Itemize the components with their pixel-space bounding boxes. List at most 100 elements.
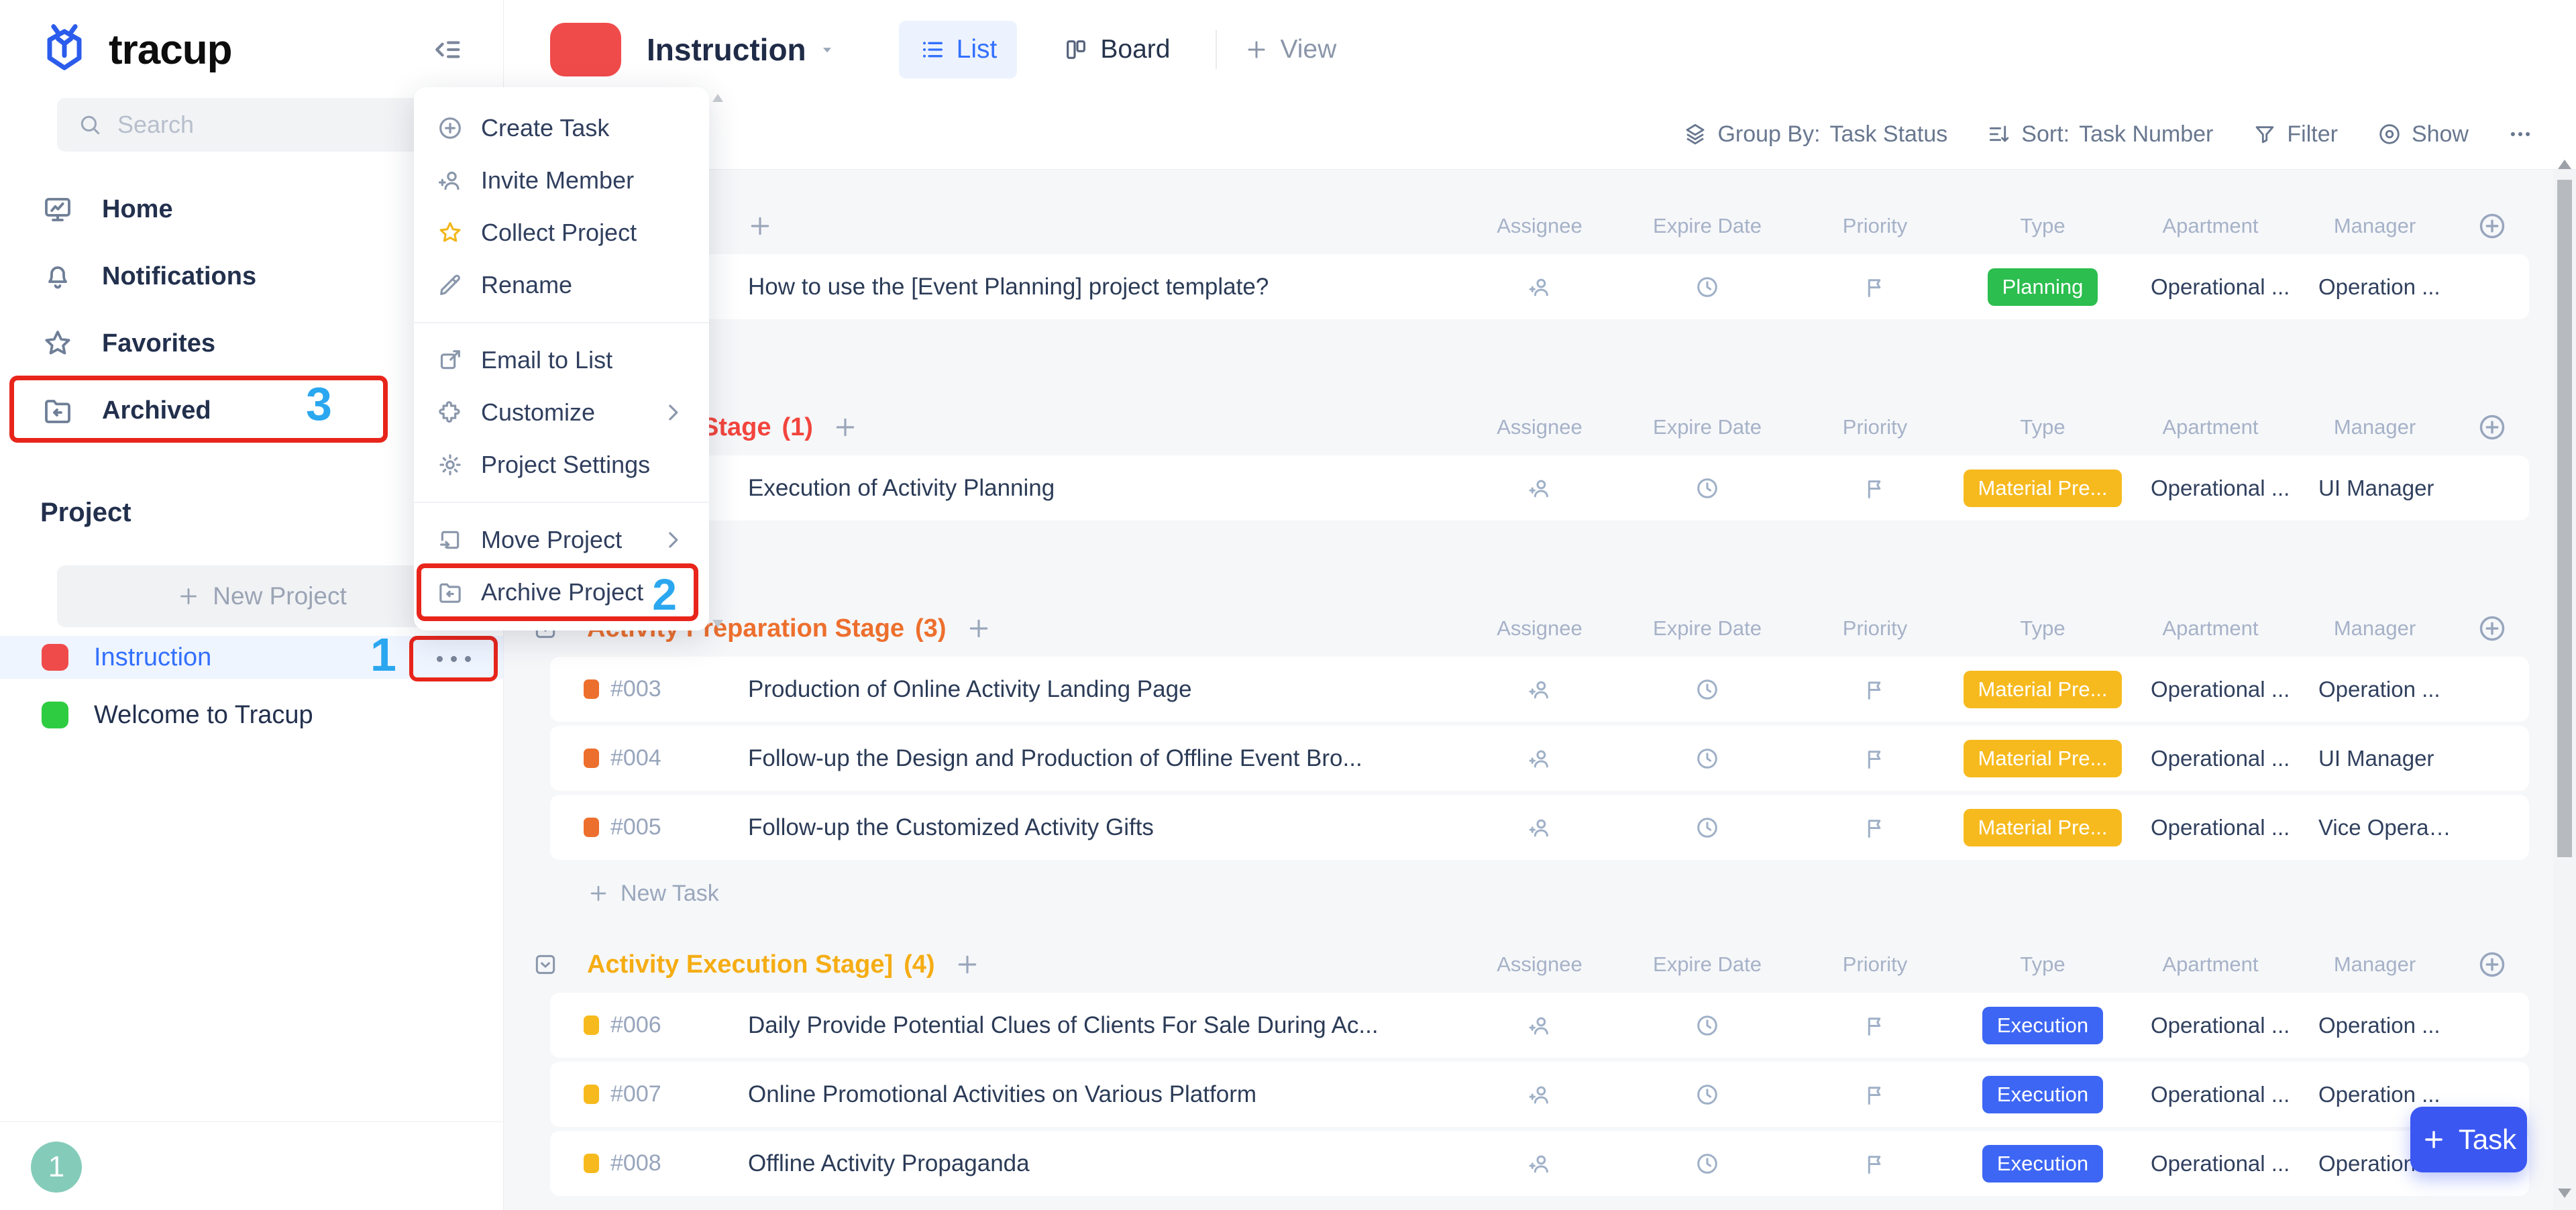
menu-item-create-task[interactable]: Create Task [414, 102, 709, 154]
column-header-manager[interactable]: Manager [2294, 952, 2455, 977]
assignee-cell[interactable] [1456, 1013, 1623, 1038]
column-header-assignee[interactable]: Assignee [1456, 952, 1623, 977]
group-collapse-checkbox-icon[interactable] [533, 952, 558, 977]
manager-cell[interactable]: UI Manager [2294, 746, 2455, 771]
new-project-button[interactable]: New Project [57, 565, 466, 627]
menu-scroll-down-icon[interactable] [712, 620, 723, 628]
manager-cell[interactable]: Operation ... [2294, 1082, 2455, 1107]
menu-item-archive-project[interactable]: Archive Project2 [414, 566, 709, 618]
expire-date-cell[interactable] [1623, 815, 1791, 840]
apartment-cell[interactable]: Operational ... [2127, 1082, 2294, 1107]
expire-date-cell[interactable] [1623, 677, 1791, 702]
user-badge[interactable]: 1 [31, 1142, 82, 1193]
column-header-expire-date[interactable]: Expire Date [1623, 952, 1791, 977]
column-header-manager[interactable]: Manager [2294, 616, 2455, 641]
column-header-apartment[interactable]: Apartment [2127, 616, 2294, 641]
type-cell[interactable]: Material Pre... [1959, 809, 2127, 846]
tab-board[interactable]: Board [1042, 21, 1190, 78]
type-badge[interactable]: Planning [1988, 268, 2098, 306]
column-header-expire-date[interactable]: Expire Date [1623, 616, 1791, 641]
expire-date-cell[interactable] [1623, 1151, 1791, 1176]
type-cell[interactable]: Execution [1959, 1145, 2127, 1182]
assignee-cell[interactable] [1456, 815, 1623, 840]
type-badge[interactable]: Execution [1982, 1145, 2103, 1182]
column-header-assignee[interactable]: Assignee [1456, 616, 1623, 641]
task-row[interactable]: #005Follow-up the Customized Activity Gi… [550, 795, 2529, 860]
add-column-icon[interactable] [2477, 412, 2507, 442]
type-cell[interactable]: Material Pre... [1959, 470, 2127, 507]
add-column-icon[interactable] [2477, 614, 2507, 643]
type-badge[interactable]: Material Pre... [1964, 740, 2123, 777]
type-cell[interactable]: Execution [1959, 1007, 2127, 1044]
priority-cell[interactable] [1791, 1082, 1959, 1107]
priority-cell[interactable] [1791, 1013, 1959, 1038]
add-task-plus-icon[interactable] [747, 213, 773, 239]
sort-button[interactable]: Sort: Task Number [1986, 121, 2213, 148]
priority-cell[interactable] [1791, 476, 1959, 501]
column-header-expire-date[interactable]: Expire Date [1623, 214, 1791, 238]
priority-cell[interactable] [1791, 1151, 1959, 1176]
column-header-manager[interactable]: Manager [2294, 214, 2455, 238]
project-more-icon[interactable] [437, 656, 471, 662]
column-header-priority[interactable]: Priority [1791, 415, 1959, 439]
show-button[interactable]: Show [2377, 121, 2469, 148]
add-column-icon[interactable] [2477, 950, 2507, 979]
menu-item-customize[interactable]: Customize [414, 386, 709, 439]
type-badge[interactable]: Material Pre... [1964, 671, 2123, 708]
menu-item-move-project[interactable]: Move Project [414, 514, 709, 566]
column-header-expire-date[interactable]: Expire Date [1623, 415, 1791, 439]
column-header-priority[interactable]: Priority [1791, 616, 1959, 641]
column-header-apartment[interactable]: Apartment [2127, 415, 2294, 439]
scrollbar-thumb[interactable] [2557, 180, 2572, 857]
caret-down-icon[interactable] [817, 40, 837, 60]
search-input[interactable] [57, 98, 466, 152]
type-badge[interactable]: Material Pre... [1964, 809, 2123, 846]
assignee-cell[interactable] [1456, 1082, 1623, 1107]
add-column-icon[interactable] [2477, 211, 2507, 241]
type-cell[interactable]: Execution [1959, 1076, 2127, 1113]
expire-date-cell[interactable] [1623, 1013, 1791, 1038]
menu-item-project-settings[interactable]: Project Settings [414, 439, 709, 491]
manager-cell[interactable]: Vice Operati... [2294, 815, 2455, 840]
manager-cell[interactable]: Operation ... [2294, 274, 2455, 300]
column-header-apartment[interactable]: Apartment [2127, 952, 2294, 977]
filter-button[interactable]: Filter [2252, 121, 2338, 148]
menu-item-email-to-list[interactable]: Email to List [414, 334, 709, 386]
tab-list[interactable]: List [899, 21, 1018, 78]
manager-cell[interactable]: Operation ... [2294, 1013, 2455, 1038]
page-title[interactable]: Instruction [647, 32, 806, 68]
collapse-sidebar-icon[interactable] [429, 32, 464, 67]
apartment-cell[interactable]: Operational ... [2127, 274, 2294, 300]
assignee-cell[interactable] [1456, 677, 1623, 702]
assignee-cell[interactable] [1456, 274, 1623, 300]
column-header-type[interactable]: Type [1959, 952, 2127, 977]
expire-date-cell[interactable] [1623, 746, 1791, 771]
apartment-cell[interactable]: Operational ... [2127, 677, 2294, 702]
add-task-plus-icon[interactable] [965, 615, 992, 642]
new-task-button[interactable]: New Task [550, 879, 2529, 908]
assignee-cell[interactable] [1456, 746, 1623, 771]
task-row[interactable]: #008Offline Activity PropagandaExecution… [550, 1131, 2529, 1196]
more-button[interactable] [2508, 121, 2533, 147]
task-row[interactable]: #003Production of Online Activity Landin… [550, 657, 2529, 722]
task-row[interactable]: #007Online Promotional Activities on Var… [550, 1062, 2529, 1127]
column-header-assignee[interactable]: Assignee [1456, 214, 1623, 238]
assignee-cell[interactable] [1456, 476, 1623, 501]
column-header-type[interactable]: Type [1959, 214, 2127, 238]
logo[interactable]: tracup [35, 20, 231, 79]
assignee-cell[interactable] [1456, 1151, 1623, 1176]
add-task-button[interactable]: Task [2410, 1107, 2527, 1172]
type-badge[interactable]: Material Pre... [1964, 470, 2123, 507]
add-task-plus-icon[interactable] [832, 414, 859, 441]
column-header-priority[interactable]: Priority [1791, 952, 1959, 977]
task-row[interactable]: #006Daily Provide Potential Clues of Cli… [550, 993, 2529, 1058]
add-task-plus-icon[interactable] [954, 951, 981, 978]
scroll-up-icon[interactable] [2558, 160, 2571, 169]
apartment-cell[interactable]: Operational ... [2127, 746, 2294, 771]
column-header-manager[interactable]: Manager [2294, 415, 2455, 439]
menu-item-rename[interactable]: Rename [414, 259, 709, 311]
scroll-down-icon[interactable] [2558, 1189, 2571, 1198]
priority-cell[interactable] [1791, 746, 1959, 771]
type-badge[interactable]: Execution [1982, 1007, 2103, 1044]
task-row[interactable]: Execution of Activity PlanningMaterial P… [550, 455, 2529, 520]
